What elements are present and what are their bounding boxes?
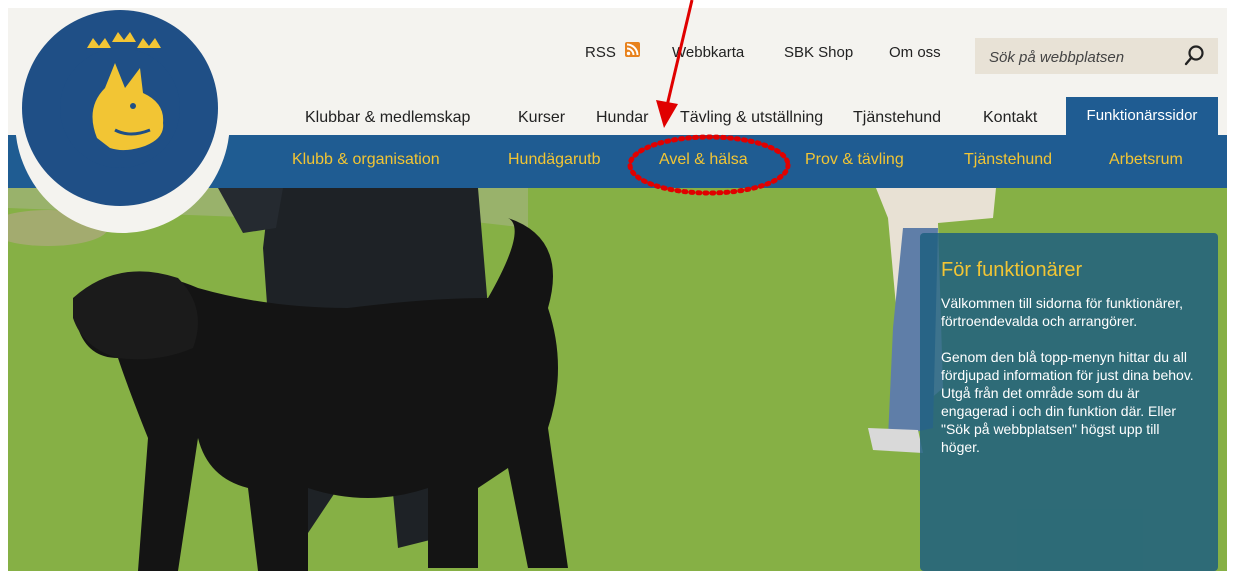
subnav-owner-training[interactable]: Hundägarutb <box>508 151 601 169</box>
nav-courses[interactable]: Kurser <box>518 109 565 127</box>
search-input[interactable] <box>987 45 1166 69</box>
info-paragraph-welcome: Välkommen till sidorna för funktionärer,… <box>941 295 1183 329</box>
info-paragraph-guidance: Genom den blå topp-menyn hittar du all f… <box>941 349 1194 455</box>
sitemap-link[interactable]: Webbkarta <box>672 44 744 61</box>
officials-info-panel: För funktionärer Välkommen till sidorna … <box>920 233 1218 571</box>
info-title: För funktionärer <box>941 259 1083 281</box>
search-box <box>975 38 1218 74</box>
logo-emblem <box>22 10 218 206</box>
subnav-service-dog[interactable]: Tjänstehund <box>964 151 1052 169</box>
subnav-trials-competition[interactable]: Prov & tävling <box>805 151 904 169</box>
subnav-breeding-health[interactable]: Avel & hälsa <box>659 151 748 169</box>
nav-dogs[interactable]: Hundar <box>596 109 648 127</box>
shop-link[interactable]: SBK Shop <box>784 44 853 61</box>
rss-feed-icon[interactable] <box>625 42 640 57</box>
rss-link[interactable]: RSS <box>585 44 616 61</box>
about-link[interactable]: Om oss <box>889 44 941 61</box>
nav-clubs-membership[interactable]: Klubbar & medlemskap <box>305 109 470 127</box>
club-logo[interactable] <box>15 8 230 233</box>
subnav-workroom[interactable]: Arbetsrum <box>1109 151 1183 169</box>
nav-competition[interactable]: Tävling & utställning <box>680 109 823 127</box>
nav-contact[interactable]: Kontakt <box>983 109 1037 127</box>
search-icon[interactable] <box>1182 43 1208 69</box>
page: RSS Webbkarta SBK Shop Om oss Klubbar & … <box>8 8 1227 571</box>
nav-officials-pages[interactable]: Funktionärssidor <box>1066 97 1218 135</box>
nav-service-dog[interactable]: Tjänstehund <box>853 109 941 127</box>
subnav-club-organisation[interactable]: Klubb & organisation <box>292 151 440 169</box>
